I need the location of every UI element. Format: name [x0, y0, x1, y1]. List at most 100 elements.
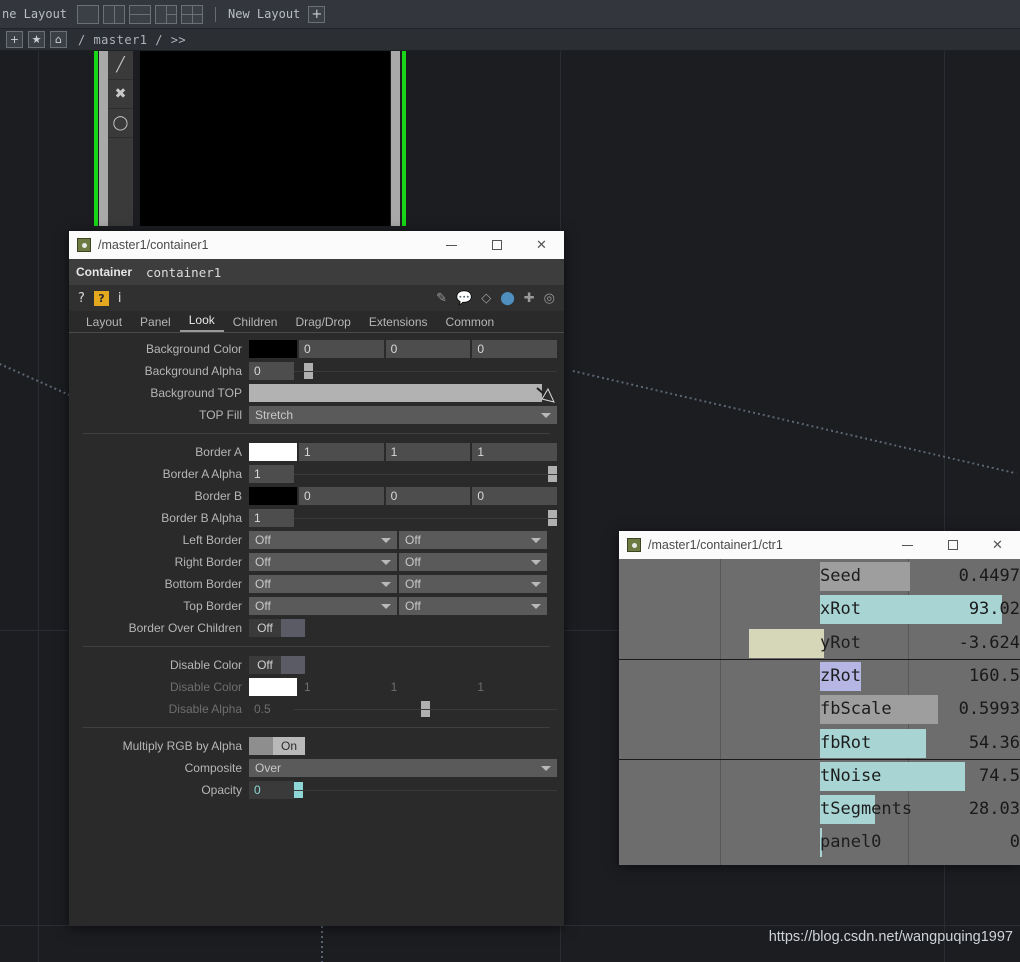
maximize-button[interactable] [474, 231, 519, 259]
bucket-icon[interactable]: ◇ [481, 292, 491, 305]
numeric-field[interactable]: 0 [385, 487, 471, 505]
slider-row[interactable]: 160.5 zRot [619, 660, 1020, 693]
param-slider[interactable]: 0.5 [249, 700, 564, 718]
parameter-tool-icons[interactable]: ✎ 💬 ◇ ⬤ ✚ ◎ [436, 292, 555, 305]
slider-track[interactable] [294, 465, 557, 483]
home-icon[interactable]: ⌂ [50, 31, 67, 48]
tab-children[interactable]: Children [224, 315, 287, 332]
numeric-field[interactable]: 1 [385, 443, 471, 461]
container-viewer-panel[interactable]: ╱ ✖ ◯ [94, 51, 438, 226]
param-row[interactable]: Composite Over [69, 757, 564, 779]
python-icon[interactable]: ⬤ [500, 292, 515, 305]
numeric-field[interactable]: 1 [299, 678, 384, 696]
slider-row[interactable]: -3.624 yRot [619, 627, 1020, 660]
param-dropdown[interactable]: Off [249, 553, 397, 571]
param-dropdown[interactable]: Off [249, 597, 397, 615]
layout-preset-four[interactable] [181, 4, 204, 24]
param-toggle[interactable]: Off [249, 619, 305, 637]
slider-row[interactable]: 0.5993 fbScale [619, 693, 1020, 726]
param-row[interactable]: Border Over Children Off [69, 617, 564, 639]
pencil-icon[interactable]: ✎ [436, 292, 447, 305]
comment-icon[interactable]: 💬 [456, 292, 472, 305]
window-buttons[interactable]: ✕ [429, 231, 564, 259]
slider-row[interactable]: 93.02 xRot [619, 593, 1020, 626]
numeric-field[interactable]: 1 [472, 443, 558, 461]
close-button[interactable]: ✕ [519, 231, 564, 259]
parameter-rows[interactable]: Background Color 0 0 0 Background Alpha 0 Back… [69, 333, 564, 801]
color-swatch[interactable] [249, 487, 297, 505]
slider-value[interactable]: 0 [249, 362, 294, 380]
param-dropdown[interactable]: Off [249, 531, 397, 549]
slider-value[interactable]: 0.5 [249, 700, 294, 718]
maximize-button[interactable] [930, 531, 975, 559]
slider-row[interactable]: 74.5 tNoise [619, 760, 1020, 793]
param-slider[interactable]: 0 [249, 781, 564, 799]
minimize-button[interactable] [885, 531, 930, 559]
numeric-field[interactable]: 1 [472, 678, 557, 696]
param-row[interactable]: Top Border Off Off [69, 595, 564, 617]
param-fields[interactable]: 111 [249, 678, 564, 696]
layout-preset-two-col[interactable] [103, 4, 126, 24]
slider-handle[interactable] [548, 510, 557, 526]
param-slider[interactable]: 1 [249, 509, 564, 527]
slider-value[interactable]: 1 [249, 465, 294, 483]
parameter-dialog-titlebar[interactable]: /master1/container1 ✕ [69, 231, 564, 259]
param-toggle[interactable]: On [249, 737, 305, 755]
color-swatch[interactable] [249, 678, 297, 696]
numeric-field[interactable]: 1 [299, 443, 384, 461]
slider-handle[interactable] [304, 363, 314, 379]
viewer-render-area[interactable] [140, 51, 390, 226]
target-icon[interactable]: ◎ [544, 292, 555, 305]
tab-extensions[interactable]: Extensions [360, 315, 437, 332]
ctr1-window[interactable]: /master1/container1/ctr1 ✕ 0.4497 Seed 93.… [619, 531, 1020, 865]
param-fields[interactable]: 000 [249, 340, 564, 358]
info-icon[interactable]: i [118, 292, 122, 305]
param-row[interactable]: Background Color 0 0 0 [69, 338, 564, 360]
param-dropdown[interactable]: Off [399, 531, 547, 549]
numeric-field[interactable]: 0 [385, 340, 471, 358]
param-dropdown[interactable]: Stretch [249, 406, 557, 424]
slider-value[interactable]: 1 [249, 509, 294, 527]
param-dropdown[interactable]: Off [399, 597, 547, 615]
numeric-field[interactable]: 0 [299, 340, 384, 358]
tab-look[interactable]: Look [179, 313, 224, 332]
slider-handle[interactable] [421, 701, 430, 717]
breadcrumb[interactable]: / master1 / >> [78, 33, 186, 47]
param-row[interactable]: TOP Fill Stretch [69, 404, 564, 426]
slider-track[interactable] [294, 362, 557, 380]
minimize-button[interactable] [429, 231, 474, 259]
operator-name[interactable]: container1 [146, 265, 221, 280]
numeric-field[interactable]: 0 [472, 340, 558, 358]
parameter-icon-bar[interactable]: ? ? i ✎ 💬 ◇ ⬤ ✚ ◎ [69, 285, 564, 311]
slider-track[interactable] [294, 700, 557, 718]
plus-icon[interactable]: ✚ [524, 292, 535, 305]
param-row[interactable]: Opacity 0 [69, 779, 564, 801]
slider-row[interactable]: 0 panel0 [619, 826, 1020, 859]
numeric-field[interactable]: 1 [386, 678, 471, 696]
param-row[interactable]: Disable Color Off [69, 654, 564, 676]
layout-preset-single[interactable] [77, 4, 100, 24]
menu-bar[interactable]: ne Layout New Layout + [0, 0, 1020, 29]
window-buttons[interactable]: ✕ [885, 531, 1020, 559]
param-row[interactable]: Border A111 [69, 441, 564, 463]
param-slider[interactable]: 0 [249, 362, 564, 380]
layout-preset-three[interactable] [155, 4, 178, 24]
numeric-field[interactable]: 0 [299, 487, 384, 505]
slider-list[interactable]: 0.4497 Seed 93.02 xRot -3.624 yRot 160.5 zRot 0.… [619, 559, 1020, 865]
viewer-tool-bypass-icon[interactable]: ◯ [108, 109, 133, 138]
param-row[interactable]: Background TOP [69, 382, 564, 404]
slider-handle[interactable] [548, 466, 557, 482]
param-row[interactable]: Disable Alpha 0.5 [69, 698, 564, 720]
param-toggle[interactable]: Off [249, 656, 305, 674]
add-icon[interactable]: + [6, 31, 23, 48]
new-layout-plus-icon[interactable]: + [308, 5, 326, 23]
help2-icon[interactable]: ? [93, 290, 109, 306]
param-fields[interactable]: Off Off [249, 575, 564, 593]
param-fields[interactable] [249, 384, 564, 403]
layout-preset-split-h[interactable] [129, 4, 152, 24]
param-row[interactable]: Multiply RGB by Alpha On [69, 735, 564, 757]
param-dropdown[interactable]: Off [399, 553, 547, 571]
slider-row[interactable]: 0.4497 Seed [619, 560, 1020, 593]
numeric-field[interactable]: 0 [472, 487, 558, 505]
tab-panel[interactable]: Panel [131, 315, 180, 332]
